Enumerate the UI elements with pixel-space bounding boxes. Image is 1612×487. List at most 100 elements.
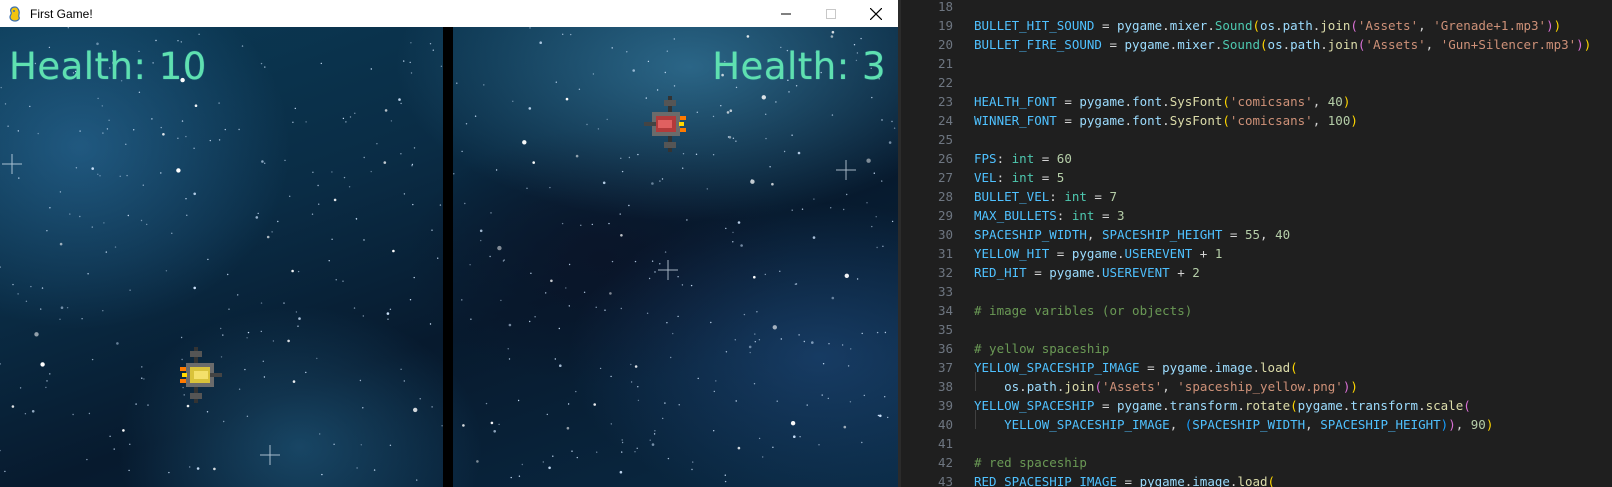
code-token: SPACESHIP_WIDTH xyxy=(974,227,1087,242)
star xyxy=(775,101,777,103)
star xyxy=(392,249,395,253)
star xyxy=(811,341,814,344)
star xyxy=(746,35,750,38)
star xyxy=(133,129,135,131)
code-token: . xyxy=(1162,18,1170,33)
star xyxy=(260,302,263,304)
star xyxy=(59,191,62,193)
star xyxy=(331,238,333,240)
star xyxy=(621,441,624,444)
code-line[interactable]: 30 SPACESHIP_WIDTH, SPACESHIP_HEIGHT = 55… xyxy=(901,225,1612,244)
code-token: . xyxy=(1162,398,1170,413)
star xyxy=(180,336,183,339)
code-line[interactable]: 36 # yellow spaceship xyxy=(901,339,1612,358)
star xyxy=(863,394,865,397)
code-line[interactable]: 29 MAX_BULLETS: int = 3 xyxy=(901,206,1612,225)
star xyxy=(682,153,685,155)
star xyxy=(390,120,393,122)
star xyxy=(312,171,314,173)
star xyxy=(871,96,873,99)
star xyxy=(266,235,270,239)
star xyxy=(114,246,117,248)
star xyxy=(138,91,141,94)
line-number: 19 xyxy=(937,18,953,33)
code-line[interactable]: 18 xyxy=(901,0,1612,16)
code-line[interactable]: 41 xyxy=(901,434,1612,453)
code-line[interactable]: 20 BULLET_FIRE_SOUND = pygame. mixer. Sound… xyxy=(901,35,1612,54)
code-editor[interactable]: 18 19 BULLET_HIT_SOUND = pygame.mixer.Soun… xyxy=(898,0,1612,487)
star xyxy=(142,184,144,186)
code-token: os xyxy=(1004,379,1020,394)
star xyxy=(521,463,523,466)
code-line[interactable]: 27 VEL: int = 5 xyxy=(901,168,1612,187)
code-line[interactable]: 40 YELLOW_SPACESHIP_IMAGE, (SPACESHIP_WI… xyxy=(901,415,1612,434)
code-line[interactable]: 31 YELLOW_HIT = pygame.USEREVENT + 1 xyxy=(901,244,1612,263)
game-canvas[interactable]: Health: 10 Health: 3 xyxy=(0,27,898,487)
code-line[interactable]: 22 xyxy=(901,73,1612,92)
star xyxy=(213,467,216,471)
star xyxy=(409,61,411,64)
star xyxy=(292,380,296,383)
star xyxy=(893,127,896,129)
code-line[interactable]: 21 xyxy=(901,54,1612,73)
sparkle-star xyxy=(2,154,22,174)
code-line[interactable]: 42 # red spaceship xyxy=(901,453,1612,472)
star xyxy=(831,114,834,116)
star xyxy=(619,470,623,474)
code-line[interactable]: 24 WINNER_FONT = pygame.font.SysFont('com… xyxy=(901,111,1612,130)
code-line[interactable]: 34 # image varibles (or objects) xyxy=(901,301,1612,320)
star xyxy=(732,137,735,139)
code-token: ( xyxy=(1252,18,1261,33)
star xyxy=(664,71,666,74)
code-token: YELLOW_SPACESHIP_IMAGE xyxy=(1004,417,1170,432)
code-line[interactable]: 33 xyxy=(901,282,1612,301)
code-line[interactable]: 43 RED_SPACESHIP_IMAGE = pygame.image.loa… xyxy=(901,472,1612,487)
star xyxy=(453,173,455,175)
star xyxy=(40,308,42,310)
code-line[interactable]: 28 BULLET_VEL: int = 7 xyxy=(901,187,1612,206)
line-number: 20 xyxy=(937,37,953,52)
star xyxy=(545,292,547,294)
close-button[interactable] xyxy=(853,0,898,27)
minimize-button[interactable] xyxy=(763,0,808,27)
code-line[interactable]: 37 YELLOW_SPACESHIP_IMAGE = pygame.image.… xyxy=(901,358,1612,377)
line-number: 36 xyxy=(937,341,953,356)
star xyxy=(891,120,893,123)
code-token: os xyxy=(1267,37,1283,52)
star xyxy=(542,461,544,463)
title-bar[interactable]: First Game! xyxy=(0,0,898,27)
star xyxy=(261,160,264,163)
star xyxy=(263,376,266,378)
code-line[interactable]: 39 YELLOW_SPACESHIP = pygame.transform.ro… xyxy=(901,396,1612,415)
star xyxy=(539,41,542,44)
code-token: # red spaceship xyxy=(974,455,1087,470)
code-token: . xyxy=(1418,398,1426,413)
star xyxy=(116,342,119,345)
star xyxy=(354,112,356,115)
star xyxy=(106,128,109,130)
star xyxy=(206,411,209,413)
code-line[interactable]: 26 FPS: int = 60 xyxy=(901,149,1612,168)
star xyxy=(712,115,715,118)
star xyxy=(666,322,668,324)
star xyxy=(522,140,527,145)
code-line[interactable]: 38 os.path.join('Assets', 'spaceship_yel… xyxy=(901,377,1612,396)
code-line[interactable]: 35 xyxy=(901,320,1612,339)
code-line[interactable]: 23 HEALTH_FONT = pygame.font.SysFont('com… xyxy=(901,92,1612,111)
star xyxy=(532,161,535,164)
code-line[interactable]: 32 RED_HIT = pygame.USEREVENT + 2 xyxy=(901,263,1612,282)
star xyxy=(861,332,863,335)
star xyxy=(546,413,548,416)
star xyxy=(725,351,728,353)
star xyxy=(437,257,439,259)
line-number: 23 xyxy=(937,94,953,109)
code-token: 90 xyxy=(1470,417,1486,432)
code-token: pygame xyxy=(1071,246,1117,261)
code-line[interactable]: 25 xyxy=(901,130,1612,149)
star xyxy=(321,473,323,476)
star xyxy=(879,414,882,418)
maximize-button[interactable] xyxy=(808,0,853,27)
code-line[interactable]: 19 BULLET_HIT_SOUND = pygame.mixer.Sound(… xyxy=(901,16,1612,35)
code-token: SPACESHIP_WIDTH xyxy=(1192,417,1306,432)
code-token: 'Assets' xyxy=(1101,379,1163,394)
